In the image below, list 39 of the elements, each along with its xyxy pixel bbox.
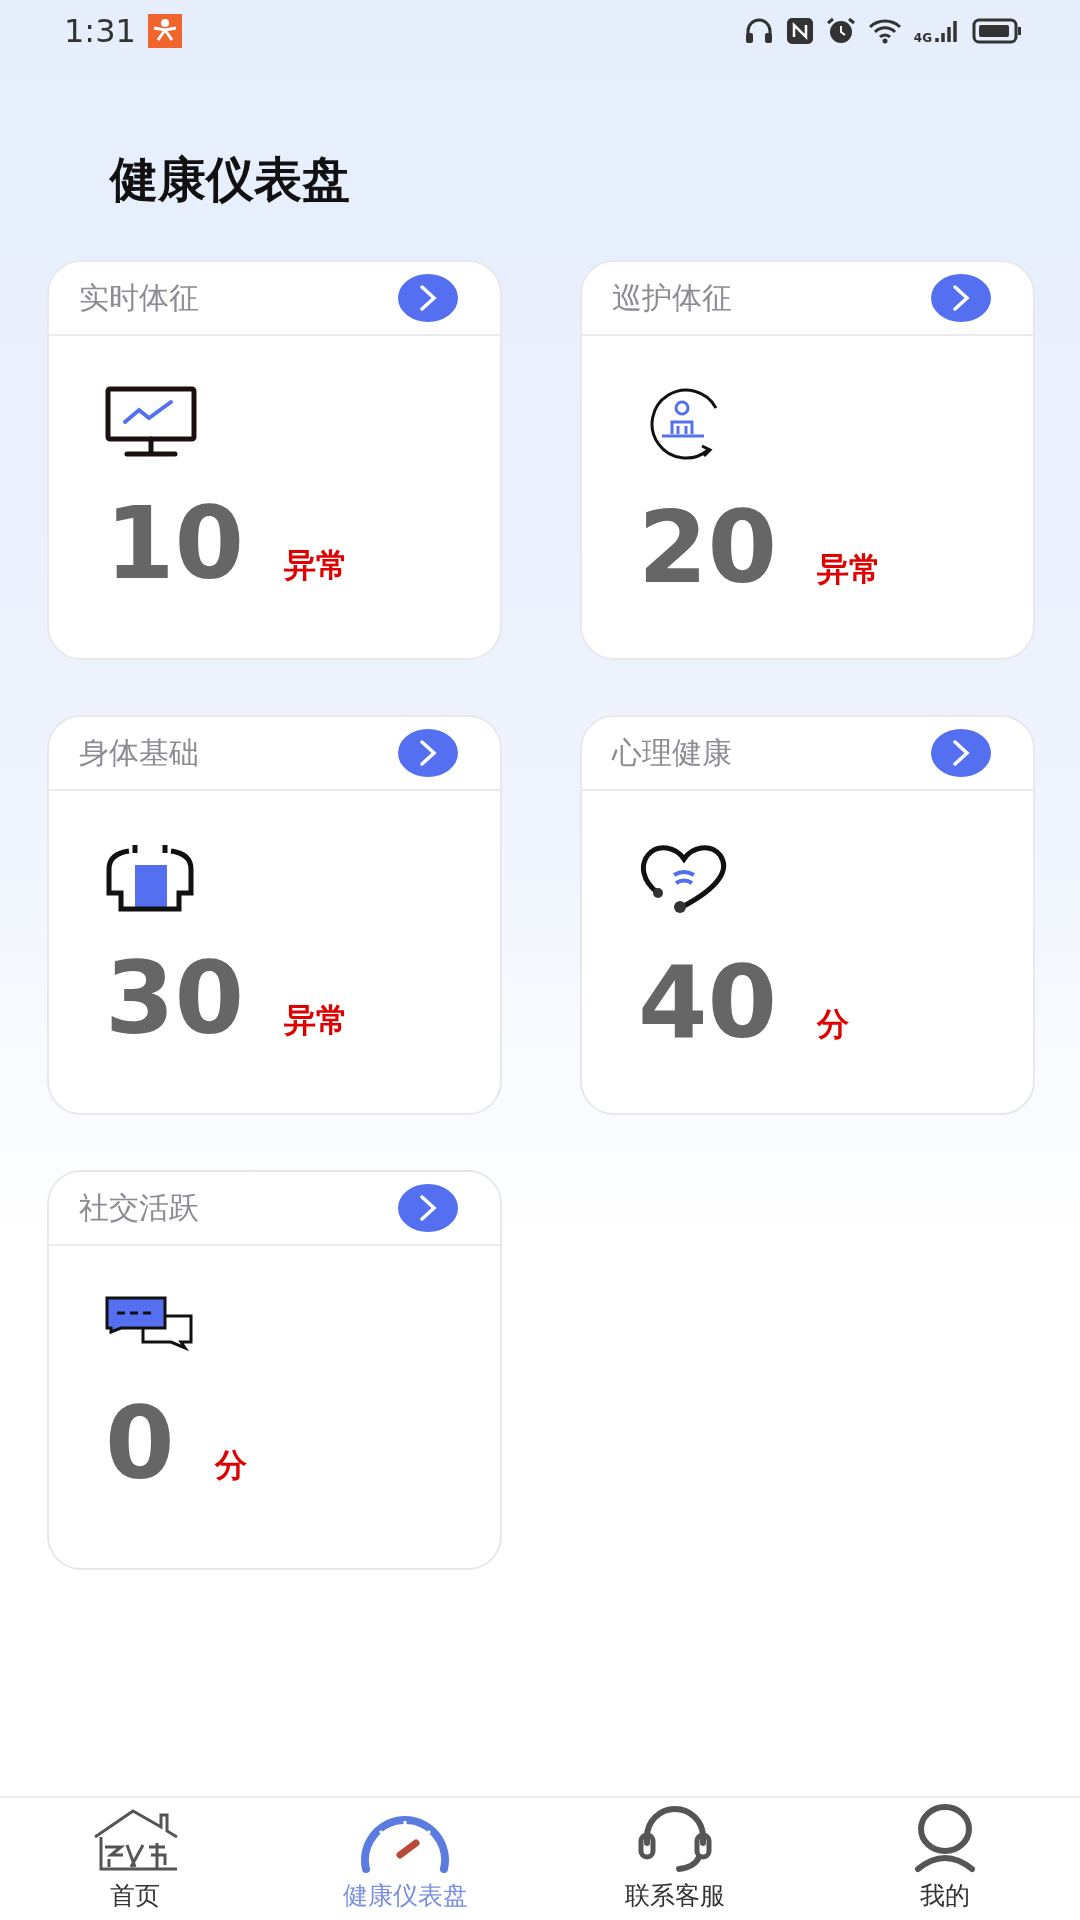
details-button[interactable] (931, 729, 991, 777)
network-type: 4G (913, 31, 932, 45)
metric-value: 30 (105, 949, 245, 1049)
card-title: 身体基础 (79, 733, 199, 772)
metric-value: 10 (105, 494, 245, 594)
metric-unit: 异常 (284, 545, 349, 586)
nav-tab[interactable]: 首页 (0, 1798, 270, 1920)
app-notification-icon (147, 14, 182, 48)
metric-unit: 异常 (284, 1000, 349, 1041)
metric-value: 0 (105, 1394, 175, 1494)
status-time: 1:31 (64, 12, 136, 50)
details-button[interactable] (398, 1184, 458, 1232)
signal-icon (934, 18, 960, 44)
wifi-icon (867, 18, 902, 44)
metric-value: 40 (638, 953, 778, 1053)
chevron-right-icon (952, 739, 970, 767)
details-button[interactable] (398, 274, 458, 322)
alarm-icon (825, 17, 856, 45)
chevron-right-icon (419, 739, 437, 767)
card-title: 巡护体征 (612, 278, 732, 317)
nfc-icon (785, 17, 814, 45)
chevron-right-icon (952, 284, 970, 312)
monitor-chart-icon (105, 386, 197, 458)
metric-unit: 分 (214, 1445, 247, 1486)
card-title: 社交活跃 (79, 1188, 199, 1227)
chevron-right-icon (419, 1194, 437, 1222)
battery-icon (972, 18, 1022, 44)
page-title: 健康仪表盘 (110, 150, 351, 209)
card-title: 实时体征 (79, 278, 199, 317)
nav-tab[interactable]: 我的 (810, 1798, 1080, 1920)
details-button[interactable] (931, 274, 991, 322)
headphones-icon (743, 17, 774, 45)
nav-tab[interactable]: 联系客服 (540, 1798, 810, 1920)
metric-unit: 分 (817, 1004, 850, 1045)
card-title: 心理健康 (612, 733, 732, 772)
metric-value: 20 (638, 498, 778, 598)
metric-unit: 异常 (817, 549, 882, 590)
chevron-right-icon (419, 284, 437, 312)
details-button[interactable] (398, 729, 458, 777)
